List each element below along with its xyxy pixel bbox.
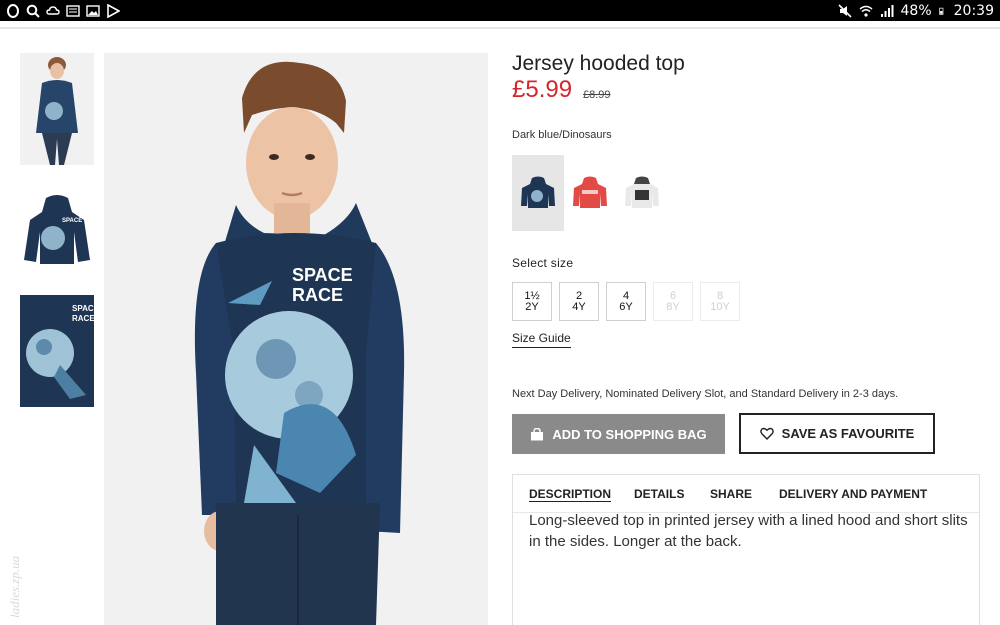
size-bottom: 10Y: [710, 300, 730, 313]
tab-details[interactable]: DETAILS: [634, 487, 684, 501]
tab-delivery-and-payment[interactable]: DELIVERY AND PAYMENT: [779, 487, 927, 501]
product-price: £5.99: [512, 76, 573, 103]
mute-icon: [837, 3, 852, 18]
size-top: 2: [575, 289, 583, 302]
original-price: £8.99: [583, 89, 611, 101]
color-swatch-red[interactable]: [564, 155, 616, 231]
size-option-2y[interactable]: 1½ 2Y: [512, 282, 552, 321]
shopping-bag-icon: [531, 427, 544, 440]
size-bottom: 2Y: [525, 300, 539, 313]
header-divider: [0, 27, 1000, 29]
product-title: Jersey hooded top: [512, 52, 685, 75]
thumbnail-front[interactable]: SPACE: [20, 186, 94, 272]
print-text-space: SPACE: [292, 265, 353, 285]
wifi-icon: [859, 5, 872, 17]
svg-text:SPACE: SPACE: [72, 304, 94, 313]
size-top: 4: [622, 289, 630, 302]
size-guide-link[interactable]: Size Guide: [512, 331, 571, 348]
gallery-icon: [86, 4, 100, 17]
status-icons-right: 48% 20:39: [837, 0, 994, 21]
print-text-race: RACE: [292, 285, 343, 305]
heart-icon: [759, 427, 774, 440]
add-to-bag-button[interactable]: ADD TO SHOPPING BAG: [512, 414, 725, 454]
size-bottom: 8Y: [666, 300, 680, 313]
battery-percent: 48%: [900, 2, 932, 19]
tab-description[interactable]: DESCRIPTION: [529, 487, 611, 501]
thumbnail-model[interactable]: [20, 53, 94, 165]
size-top: 6: [669, 289, 677, 302]
cloud-icon: [46, 5, 60, 15]
battery-icon: [938, 7, 943, 15]
hoodie-swatch-icon: [521, 176, 555, 208]
color-swatch-white[interactable]: [616, 155, 668, 231]
product-description: Long-sleeved top in printed jersey with …: [529, 512, 968, 550]
svg-text:RACE: RACE: [72, 314, 94, 323]
save-favourite-label: SAVE AS FAVOURITE: [781, 426, 915, 441]
size-top: 8: [716, 289, 724, 302]
add-to-bag-label: ADD TO SHOPPING BAG: [552, 426, 707, 442]
watermark: ladies.zp.ua: [7, 555, 22, 618]
search-icon: [26, 4, 40, 18]
thumbnail-print-detail[interactable]: SPACE RACE: [20, 295, 94, 407]
news-icon: [66, 4, 80, 17]
svg-text:SPACE: SPACE: [62, 218, 82, 224]
selected-color-name: Dark blue/Dinosaurs: [512, 129, 612, 141]
size-option-6y[interactable]: 4 6Y: [606, 282, 646, 321]
size-option-4y[interactable]: 2 4Y: [559, 282, 599, 321]
hoodie-swatch-icon: [625, 176, 659, 208]
main-product-image[interactable]: SPACE RACE: [104, 53, 488, 625]
select-size-label: Select size: [512, 256, 574, 270]
save-favourite-button[interactable]: SAVE AS FAVOURITE: [739, 413, 935, 454]
hoodie-swatch-icon: [573, 176, 607, 208]
tab-share[interactable]: SHARE: [710, 487, 752, 501]
size-option-10y: 8 10Y: [700, 282, 740, 321]
size-option-8y: 6 8Y: [653, 282, 693, 321]
delivery-info: Next Day Delivery, Nominated Delivery Sl…: [512, 388, 899, 400]
size-top: 1½: [524, 289, 540, 302]
size-bottom: 4Y: [572, 300, 586, 313]
color-swatch-dark-blue[interactable]: [512, 155, 564, 231]
product-info-tabs: DESCRIPTION DETAILS SHARE DELIVERY AND P…: [512, 474, 980, 625]
opera-icon: [7, 3, 19, 18]
size-bottom: 6Y: [619, 300, 633, 313]
status-icons-left: [6, 2, 120, 19]
play-store-icon: [107, 3, 120, 18]
signal-icon: [880, 4, 894, 17]
watermark-text: ladies.zp.ua: [7, 555, 22, 618]
tab-bar: DESCRIPTION DETAILS SHARE DELIVERY AND P…: [513, 475, 979, 513]
clock: 20:39: [953, 2, 994, 19]
status-bar: 48% 20:39: [0, 0, 1000, 21]
